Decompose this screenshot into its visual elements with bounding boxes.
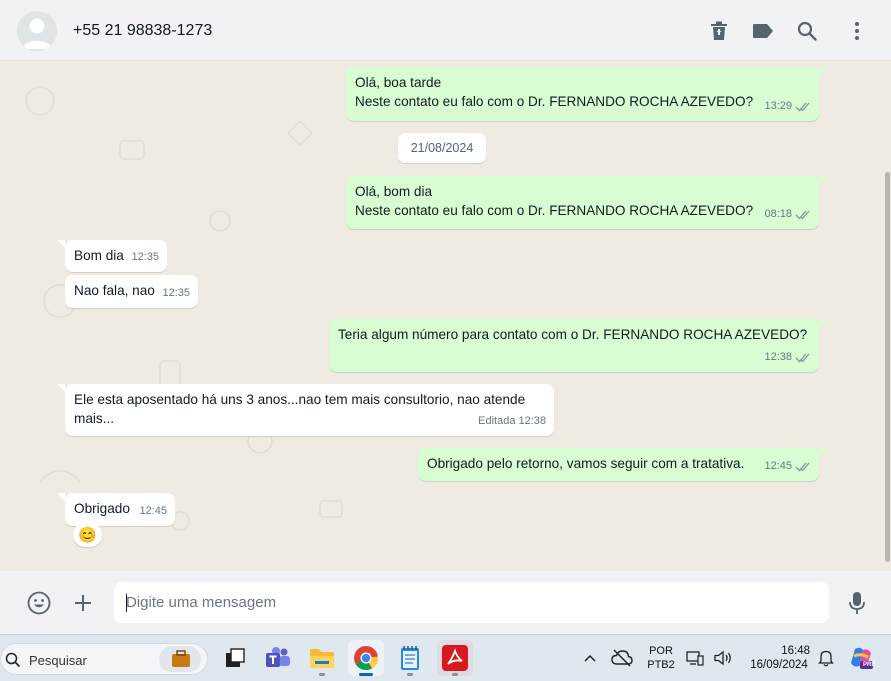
clock[interactable]: 16:48 16/09/2024 [744, 644, 814, 672]
message-time: 13:29 [764, 100, 792, 112]
delete-icon[interactable] [707, 19, 731, 43]
message-text: Obrigado pelo retorno, vamos seguir com … [427, 456, 745, 471]
message-text: Teria algum número para contato com o Dr… [338, 327, 808, 342]
message-text: mais... [74, 411, 115, 426]
contact-avatar[interactable] [17, 11, 57, 51]
message-reaction[interactable]: 😊 [73, 523, 102, 547]
search-icon[interactable] [795, 19, 819, 43]
outgoing-message[interactable]: Obrigado pelo retorno, vamos seguir com … [418, 448, 819, 481]
message-meta: 12:45 [139, 502, 167, 521]
outgoing-message[interactable]: Olá, bom dia Neste contato eu falo com o… [346, 176, 819, 229]
search-label: Pesquisar [29, 653, 87, 668]
chevron-up-icon[interactable] [572, 640, 608, 676]
label-icon[interactable] [751, 19, 775, 43]
message-text: Olá, bom dia [355, 184, 433, 199]
bubble-tail [819, 67, 827, 75]
message-time: 12:35 [131, 251, 159, 263]
message-text: Neste contato eu falo com o Dr. FERNANDO… [355, 203, 754, 218]
notification-bell-icon[interactable] [812, 640, 840, 676]
copilot-badge: PRE [863, 662, 876, 668]
message-meta: 12:35 [131, 248, 159, 267]
app-running-indicator [452, 673, 458, 676]
message-input[interactable] [114, 582, 829, 623]
message-time: 12:45 [139, 505, 167, 517]
app-running-indicator [407, 673, 413, 676]
bubble-tail [819, 176, 827, 184]
chat-header: +55 21 98838-1273 [0, 0, 891, 61]
message-time: 12:38 [764, 351, 792, 363]
edited-label: Editada [478, 415, 516, 427]
chat-scrollbar-thumb[interactable] [885, 172, 890, 562]
app-running-indicator [319, 673, 325, 676]
message-time: 08:18 [764, 208, 792, 220]
message-meta: 12:35 [162, 284, 190, 303]
message-composer [0, 571, 891, 634]
message-text: Neste contato eu falo com o Dr. FERNANDO… [355, 94, 754, 109]
double-check-icon [795, 353, 810, 363]
contact-name[interactable]: +55 21 98838-1273 [73, 22, 212, 40]
double-check-icon [795, 102, 810, 112]
message-text: Olá, boa tarde [355, 75, 442, 90]
bubble-tail [57, 384, 65, 392]
taskbar-search[interactable]: Pesquisar [0, 643, 208, 675]
outgoing-message[interactable]: Olá, boa tarde Neste contato eu falo com… [346, 67, 819, 121]
acrobat-icon[interactable] [437, 640, 473, 676]
double-check-icon [795, 210, 810, 220]
text-caret [126, 594, 127, 612]
app-active-indicator [359, 673, 373, 676]
clock-date: 16/09/2024 [750, 659, 808, 671]
message-meta: Editada 12:38 [478, 412, 546, 431]
plus-icon[interactable] [70, 590, 96, 616]
search-icon [5, 652, 21, 668]
language-indicator[interactable]: POR PTB2 [644, 644, 678, 672]
chrome-icon[interactable] [348, 640, 384, 676]
bubble-tail [819, 319, 827, 327]
file-explorer-icon[interactable] [304, 640, 340, 676]
message-meta: 12:45 [764, 457, 811, 476]
message-time: 12:45 [764, 460, 792, 472]
volume-icon[interactable] [709, 640, 737, 676]
date-separator: 21/08/2024 [398, 133, 486, 163]
bubble-tail [57, 493, 65, 501]
message-time: 12:35 [162, 287, 190, 299]
default-avatar-icon [17, 11, 57, 51]
emoji-icon[interactable] [26, 590, 52, 616]
network-icon[interactable] [683, 640, 707, 676]
notepad-icon[interactable] [392, 640, 428, 676]
cloud-offline-icon[interactable] [604, 640, 640, 676]
clock-time: 16:48 [781, 645, 810, 657]
keyboard-layout: PTB2 [647, 659, 675, 671]
task-view-icon[interactable] [217, 640, 253, 676]
message-text: Ele esta aposentado há uns 3 anos...nao … [74, 392, 526, 407]
message-meta: 12:38 [764, 348, 811, 367]
windows-taskbar: Pesquisar POR PTB2 16:48 16/09/2024 PRE [0, 634, 891, 681]
incoming-message[interactable]: Ele esta aposentado há uns 3 anos...nao … [65, 384, 554, 436]
incoming-message[interactable]: Bom dia 12:35 [65, 240, 167, 272]
bubble-tail [819, 448, 827, 456]
copilot-icon[interactable]: PRE [843, 640, 879, 676]
teams-icon[interactable] [260, 640, 296, 676]
menu-icon[interactable] [845, 19, 869, 43]
bubble-tail [57, 240, 65, 248]
outgoing-message[interactable]: Teria algum número para contato com o Dr… [329, 319, 819, 372]
message-meta: 13:29 [764, 97, 811, 116]
message-time: 12:38 [518, 415, 546, 427]
language-code: POR [649, 645, 673, 657]
incoming-message[interactable]: Obrigado 12:45 [65, 493, 175, 526]
microphone-icon[interactable] [844, 590, 870, 616]
message-meta: 08:18 [764, 205, 811, 224]
search-highlight-icon [159, 646, 201, 672]
double-check-icon [795, 462, 810, 472]
incoming-message[interactable]: Nao fala, nao 12:35 [65, 275, 198, 308]
